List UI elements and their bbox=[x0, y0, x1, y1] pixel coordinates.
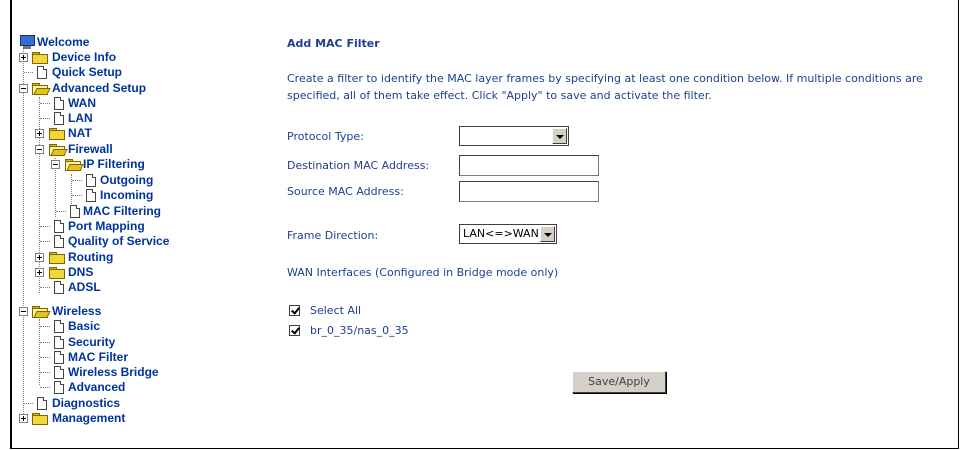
tree-item-label: WAN bbox=[68, 96, 96, 110]
tree-item-label: Welcome bbox=[37, 35, 90, 49]
folder-icon bbox=[49, 252, 65, 264]
tree-item-label: Incoming bbox=[100, 188, 154, 202]
destination-mac-input[interactable] bbox=[459, 155, 599, 176]
tree-item-label: ADSL bbox=[68, 280, 101, 294]
protocol-type-select[interactable] bbox=[459, 126, 569, 146]
folder-icon bbox=[32, 52, 48, 64]
select-all-label: Select All bbox=[310, 304, 362, 317]
tree-item-label: Quick Setup bbox=[52, 65, 123, 79]
document-icon bbox=[54, 351, 64, 364]
folder-icon bbox=[49, 267, 65, 279]
save-apply-button[interactable]: Save/Apply bbox=[572, 371, 666, 393]
tree-item-label: Advanced Setup bbox=[52, 81, 147, 95]
interface-label: br_0_35/nas_0_35 bbox=[310, 324, 409, 337]
tree-item-label: Port Mapping bbox=[68, 219, 145, 233]
tree-item-label: Outgoing bbox=[100, 173, 154, 187]
tree-item-label: Diagnostics bbox=[52, 396, 121, 410]
protocol-type-label: Protocol Type: bbox=[287, 130, 364, 143]
document-icon bbox=[86, 174, 96, 187]
document-icon bbox=[37, 397, 47, 410]
tree-item-label: Advanced bbox=[68, 380, 126, 394]
source-mac-label: Source MAC Address: bbox=[287, 185, 404, 198]
tree-item-label: Management bbox=[52, 411, 126, 425]
tree-item-label: Quality of Service bbox=[68, 234, 170, 248]
tree-line bbox=[71, 174, 72, 204]
tree-item-label: IP Filtering bbox=[83, 157, 145, 171]
folder-open-icon bbox=[32, 83, 51, 95]
expand-icon[interactable] bbox=[19, 53, 28, 62]
interface-checkbox[interactable] bbox=[289, 325, 300, 336]
tree-item-label: MAC Filtering bbox=[83, 204, 161, 218]
dropdown-arrow-icon[interactable] bbox=[552, 128, 567, 144]
frame-direction-value: LAN<=>WAN bbox=[463, 227, 539, 240]
tree-item-label: LAN bbox=[68, 111, 93, 125]
tree-item-label: DNS bbox=[68, 265, 94, 279]
expand-icon[interactable] bbox=[35, 268, 44, 277]
document-icon bbox=[37, 66, 47, 79]
computer-icon bbox=[19, 35, 35, 49]
tree-item-label: Firewall bbox=[68, 142, 113, 156]
source-mac-input[interactable] bbox=[459, 181, 599, 202]
tree-item-label: Security bbox=[68, 335, 116, 349]
collapse-icon[interactable] bbox=[51, 160, 60, 169]
wan-interfaces-label: WAN Interfaces (Configured in Bridge mod… bbox=[287, 266, 559, 279]
document-icon bbox=[70, 205, 80, 218]
expand-icon[interactable] bbox=[19, 414, 28, 423]
tree-item-label: Device Info bbox=[52, 50, 117, 64]
document-icon bbox=[86, 189, 96, 202]
collapse-icon[interactable] bbox=[19, 307, 28, 316]
document-icon bbox=[54, 97, 64, 110]
tree-line bbox=[39, 97, 40, 293]
dropdown-arrow-icon[interactable] bbox=[540, 226, 555, 242]
page-description: Create a filter to identify the MAC laye… bbox=[287, 72, 923, 102]
document-icon bbox=[54, 112, 64, 125]
expand-icon[interactable] bbox=[35, 129, 44, 138]
document-icon bbox=[54, 366, 64, 379]
document-icon bbox=[54, 336, 64, 349]
document-icon bbox=[54, 381, 64, 394]
tree-item-label: Routing bbox=[68, 250, 114, 264]
collapse-icon[interactable] bbox=[19, 84, 28, 93]
folder-open-icon bbox=[32, 306, 51, 318]
document-icon bbox=[54, 320, 64, 333]
page-title: Add MAC Filter bbox=[287, 37, 380, 50]
frame-direction-select[interactable]: LAN<=>WAN bbox=[459, 224, 557, 244]
tree-item-label: NAT bbox=[68, 126, 92, 140]
destination-mac-label: Destination MAC Address: bbox=[287, 159, 430, 172]
folder-open-icon bbox=[65, 159, 84, 171]
document-icon bbox=[54, 220, 64, 233]
folder-open-icon bbox=[49, 144, 68, 156]
tree-item-label: Wireless Bridge bbox=[68, 365, 159, 379]
expand-icon[interactable] bbox=[35, 253, 44, 262]
frame-direction-label: Frame Direction: bbox=[287, 229, 379, 242]
document-icon bbox=[54, 281, 64, 294]
tree-line bbox=[39, 319, 40, 385]
folder-icon bbox=[32, 413, 48, 425]
select-all-checkbox[interactable] bbox=[289, 305, 300, 316]
document-icon bbox=[54, 235, 64, 248]
collapse-icon[interactable] bbox=[35, 145, 44, 154]
tree-item-label: Wireless bbox=[52, 304, 102, 318]
tree-item-label: MAC Filter bbox=[68, 350, 128, 364]
folder-icon bbox=[49, 128, 65, 140]
tree-line bbox=[23, 48, 24, 420]
tree-item-label: Basic bbox=[68, 319, 101, 333]
